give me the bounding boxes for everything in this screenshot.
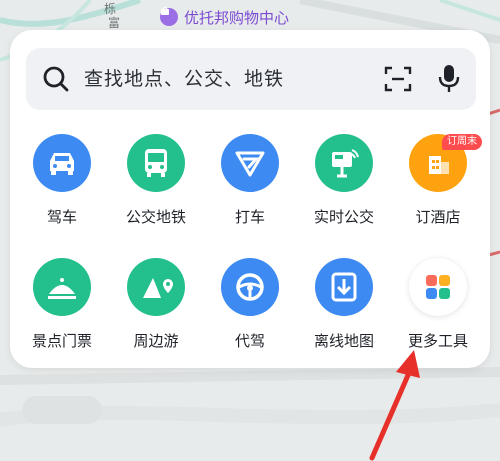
tool-realtime-bus[interactable]: 实时公交: [296, 134, 392, 244]
scenic-ticket-icon: [33, 258, 91, 316]
car-icon: [33, 134, 91, 192]
bus-icon: [127, 134, 185, 192]
tool-label: 打车: [234, 208, 265, 226]
more-tools-icon: [409, 258, 467, 316]
tools-card: 查找地点、公交、地铁 驾车 公交地铁 打车 实时公交 订酒店 订周末 景点门票 …: [10, 30, 490, 368]
tool-nearby-trip[interactable]: 周边游: [108, 258, 204, 368]
tool-label: 驾车: [46, 208, 77, 226]
tool-taxi[interactable]: 打车: [202, 134, 298, 244]
steering-wheel-icon: [221, 258, 279, 316]
tool-bus-subway[interactable]: 公交地铁: [108, 134, 204, 244]
shopping-bag-icon: [160, 6, 178, 26]
tool-label: 订酒店: [415, 208, 461, 226]
taxi-icon: [221, 134, 279, 192]
map-place-name: 优托邦购物中心: [184, 8, 290, 27]
tool-label: 离线地图: [313, 332, 374, 350]
hotel-promo-badge: 订周末: [442, 134, 482, 150]
map-label: 富: [108, 16, 121, 30]
offline-map-icon: [315, 258, 373, 316]
realtime-bus-icon: [315, 134, 373, 192]
nearby-trip-icon: [127, 258, 185, 316]
tool-label: 代驾: [234, 332, 265, 350]
tool-label: 实时公交: [313, 208, 374, 226]
tool-drive[interactable]: 驾车: [14, 134, 110, 244]
map-poi-place[interactable]: 优托邦购物中心: [160, 6, 289, 28]
bottom-blurred-panel: [0, 378, 500, 461]
tool-offline-map[interactable]: 离线地图: [296, 258, 392, 368]
scan-icon[interactable]: [384, 66, 412, 96]
blurred-content: [22, 396, 102, 424]
search-icon: [42, 65, 70, 97]
tool-scenic-ticket[interactable]: 景点门票: [14, 258, 110, 368]
tool-more-tools[interactable]: 更多工具: [390, 258, 486, 368]
tool-designated-driver[interactable]: 代驾: [202, 258, 298, 368]
tool-label: 更多工具: [407, 332, 468, 350]
tool-hotel[interactable]: 订酒店: [390, 134, 486, 244]
search-bar[interactable]: 查找地点、公交、地铁: [26, 48, 476, 110]
microphone-icon[interactable]: [438, 64, 460, 98]
tool-label: 周边游: [133, 332, 179, 350]
tool-label: 景点门票: [31, 332, 92, 350]
tool-label: 公交地铁: [125, 208, 186, 226]
search-input[interactable]: 查找地点、公交、地铁: [84, 48, 284, 110]
